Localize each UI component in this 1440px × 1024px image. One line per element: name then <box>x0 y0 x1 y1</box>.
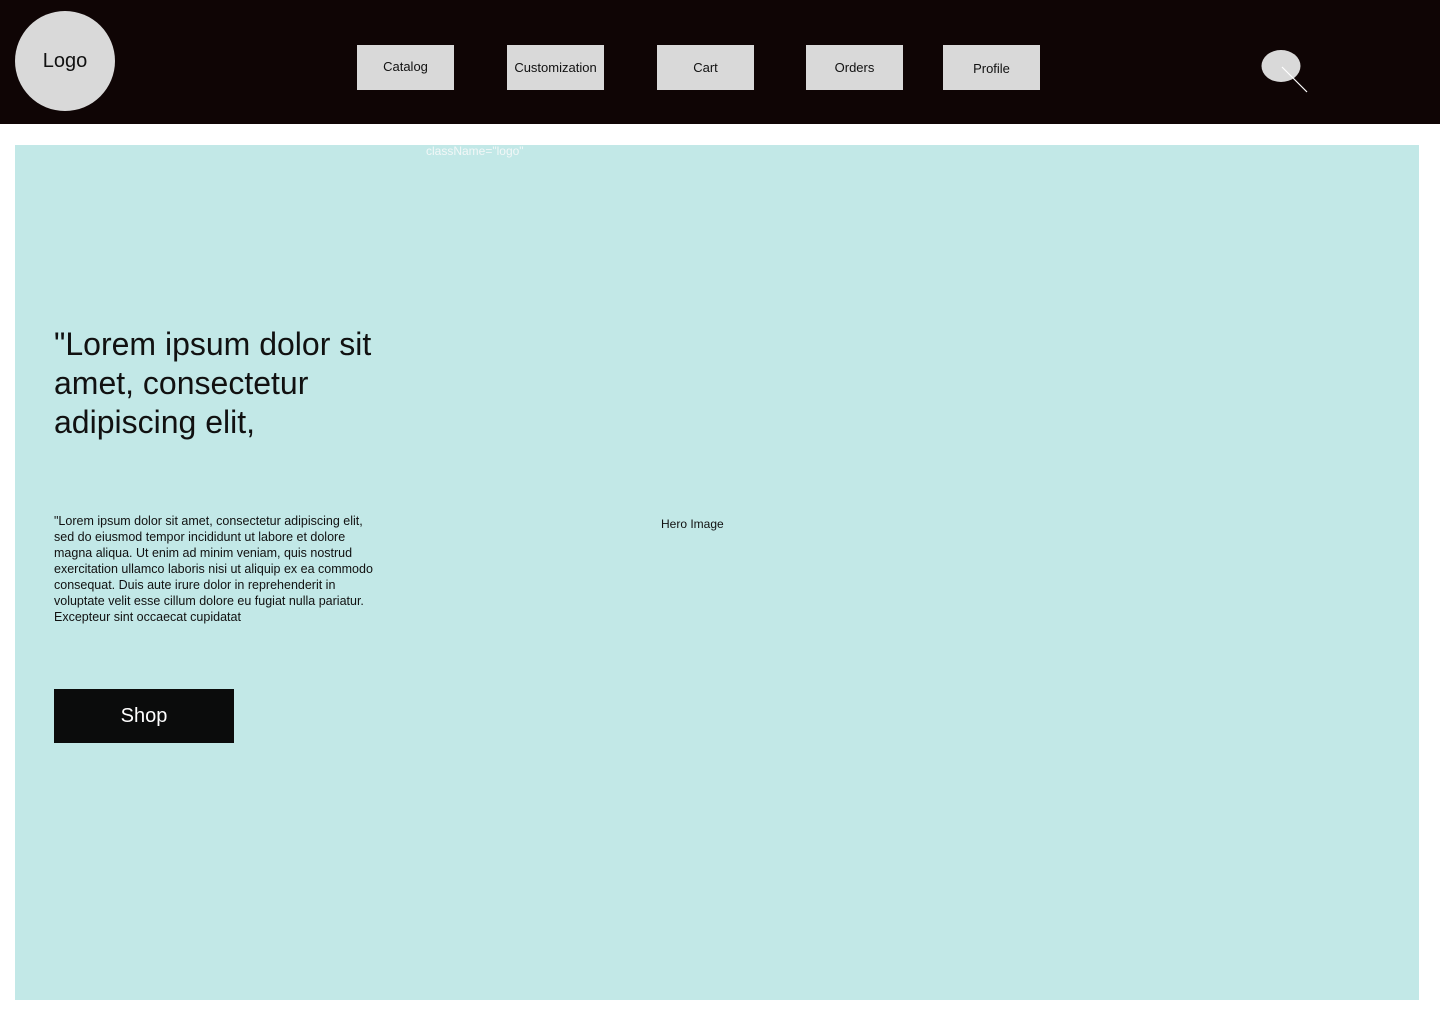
nav-customization-label: Customization <box>514 60 597 75</box>
search-icon[interactable] <box>1260 48 1312 94</box>
nav-orders-label: Orders <box>834 60 875 75</box>
nav-profile-label: Profile <box>973 61 1010 76</box>
hero-section: "Lorem ipsum dolor sit amet, consectetur… <box>15 145 1419 1000</box>
hero-body-text: "Lorem ipsum dolor sit amet, consectetur… <box>54 514 373 624</box>
shop-button[interactable]: Shop <box>54 689 234 743</box>
nav-orders-button[interactable]: Orders <box>806 45 903 90</box>
annotation-classname: className="logo" <box>426 144 524 158</box>
nav-customization-button[interactable]: Customization <box>507 45 604 90</box>
nav-cart-label: Cart <box>693 60 718 75</box>
nav-catalog-label: Catalog <box>383 59 428 74</box>
hero-headline: "Lorem ipsum dolor sit amet, consectetur… <box>54 326 372 440</box>
nav-catalog-button[interactable]: Catalog <box>357 45 454 90</box>
nav-cart-button[interactable]: Cart <box>657 45 754 90</box>
nav-profile-button[interactable]: Profile <box>943 45 1040 90</box>
logo[interactable]: Logo <box>15 11 115 111</box>
hero-image-placeholder: Hero Image <box>661 517 724 531</box>
top-navigation-bar: Logo Catalog Customization Cart Orders P… <box>0 0 1440 124</box>
